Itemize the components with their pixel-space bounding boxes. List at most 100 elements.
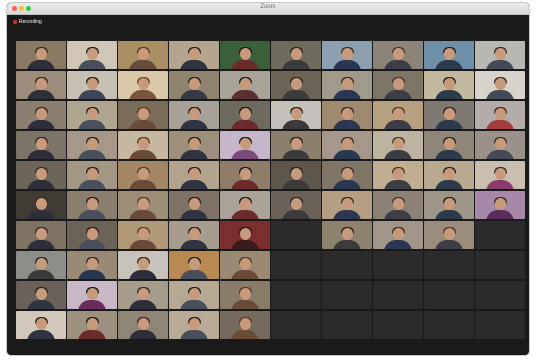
participant-video-tile[interactable] [16, 41, 66, 69]
participant-video-tile[interactable] [67, 191, 117, 219]
participant-video-tile[interactable] [67, 161, 117, 189]
participant-name-tile[interactable] [322, 311, 372, 339]
participant-video-tile[interactable] [373, 71, 423, 99]
participant-video-tile[interactable] [67, 101, 117, 129]
participant-video-tile[interactable] [118, 221, 168, 249]
participant-video-tile[interactable] [373, 41, 423, 69]
participant-video-tile[interactable] [118, 191, 168, 219]
participant-video-tile[interactable] [475, 161, 525, 189]
recording-indicator[interactable]: Recording [13, 18, 42, 26]
participant-video-tile[interactable] [322, 41, 372, 69]
participant-video-tile[interactable] [322, 101, 372, 129]
participant-video-tile[interactable] [475, 71, 525, 99]
participant-video-tile[interactable] [220, 161, 270, 189]
participant-video-tile[interactable] [424, 161, 474, 189]
participant-video-tile[interactable] [322, 161, 372, 189]
participant-video-tile[interactable] [67, 281, 117, 309]
participant-video-tile[interactable] [67, 41, 117, 69]
participant-video-tile[interactable] [220, 281, 270, 309]
participant-video-tile[interactable] [118, 251, 168, 279]
participant-video-tile[interactable] [118, 161, 168, 189]
participant-video-tile[interactable] [424, 221, 474, 249]
participant-video-tile[interactable] [373, 101, 423, 129]
participant-video-tile[interactable] [16, 251, 66, 279]
participant-video-tile[interactable] [118, 131, 168, 159]
participant-video-tile[interactable] [322, 71, 372, 99]
participant-name-tile[interactable] [475, 251, 525, 279]
participant-video-tile[interactable] [220, 221, 270, 249]
participant-video-tile[interactable] [220, 71, 270, 99]
participant-video-tile[interactable] [67, 131, 117, 159]
participant-video-tile[interactable] [16, 191, 66, 219]
participant-name-tile[interactable] [322, 251, 372, 279]
participant-video-tile[interactable] [169, 161, 219, 189]
participant-video-tile[interactable] [169, 131, 219, 159]
participant-name-tile[interactable] [424, 281, 474, 309]
participant-video-tile[interactable] [424, 71, 474, 99]
participant-video-tile[interactable] [16, 311, 66, 339]
participant-video-tile[interactable] [475, 191, 525, 219]
participant-name-tile[interactable] [424, 311, 474, 339]
participant-video-tile[interactable] [16, 131, 66, 159]
participant-video-tile[interactable] [220, 311, 270, 339]
participant-name-tile[interactable] [475, 311, 525, 339]
participant-name-tile[interactable] [475, 221, 525, 249]
participant-name-tile[interactable] [373, 311, 423, 339]
participant-video-tile[interactable] [169, 71, 219, 99]
participant-video-tile[interactable] [271, 191, 321, 219]
participant-video-tile[interactable] [118, 311, 168, 339]
participant-video-tile[interactable] [271, 131, 321, 159]
participant-video-tile[interactable] [16, 101, 66, 129]
participant-video-tile[interactable] [373, 191, 423, 219]
participant-video-tile[interactable] [271, 41, 321, 69]
participant-video-tile[interactable] [220, 131, 270, 159]
participant-video-tile[interactable] [16, 71, 66, 99]
participant-name-tile[interactable] [373, 281, 423, 309]
participant-video-tile[interactable] [169, 191, 219, 219]
participant-video-tile[interactable] [118, 281, 168, 309]
participant-name-tile[interactable] [271, 311, 321, 339]
participant-video-tile[interactable] [271, 101, 321, 129]
participant-video-tile[interactable] [118, 41, 168, 69]
participant-video-tile[interactable] [424, 191, 474, 219]
participant-name-tile[interactable] [373, 251, 423, 279]
participant-video-tile[interactable] [220, 191, 270, 219]
participant-video-tile[interactable] [67, 251, 117, 279]
participant-video-tile[interactable] [373, 221, 423, 249]
participant-video-tile[interactable] [373, 131, 423, 159]
participant-video-tile[interactable] [169, 101, 219, 129]
participant-video-tile[interactable] [220, 41, 270, 69]
participant-name-tile[interactable] [271, 221, 321, 249]
participant-video-tile[interactable] [169, 281, 219, 309]
participant-video-tile[interactable] [118, 71, 168, 99]
participant-video-tile[interactable] [424, 41, 474, 69]
participant-video-tile[interactable] [271, 71, 321, 99]
participant-video-tile[interactable] [475, 101, 525, 129]
participant-name-tile[interactable] [424, 251, 474, 279]
participant-video-tile[interactable] [169, 41, 219, 69]
participant-video-tile[interactable] [322, 191, 372, 219]
participant-name-tile[interactable] [271, 251, 321, 279]
participant-video-tile[interactable] [373, 161, 423, 189]
participant-video-tile[interactable] [424, 101, 474, 129]
participant-video-tile[interactable] [118, 101, 168, 129]
participant-video-tile[interactable] [169, 251, 219, 279]
participant-video-tile[interactable] [169, 221, 219, 249]
title-bar[interactable]: Zoom [7, 3, 529, 15]
participant-name-tile[interactable] [322, 281, 372, 309]
participant-video-tile[interactable] [322, 221, 372, 249]
participant-video-tile[interactable] [67, 311, 117, 339]
participant-video-tile[interactable] [67, 71, 117, 99]
participant-video-tile[interactable] [220, 251, 270, 279]
participant-video-tile[interactable] [67, 221, 117, 249]
participant-video-tile[interactable] [169, 311, 219, 339]
participant-video-tile[interactable] [16, 281, 66, 309]
participant-video-tile[interactable] [16, 221, 66, 249]
participant-video-tile[interactable] [424, 131, 474, 159]
participant-video-tile[interactable] [475, 131, 525, 159]
participant-video-tile[interactable] [16, 161, 66, 189]
participant-video-tile[interactable] [271, 161, 321, 189]
participant-video-tile[interactable] [475, 41, 525, 69]
participant-video-tile[interactable] [220, 101, 270, 129]
participant-name-tile[interactable] [271, 281, 321, 309]
